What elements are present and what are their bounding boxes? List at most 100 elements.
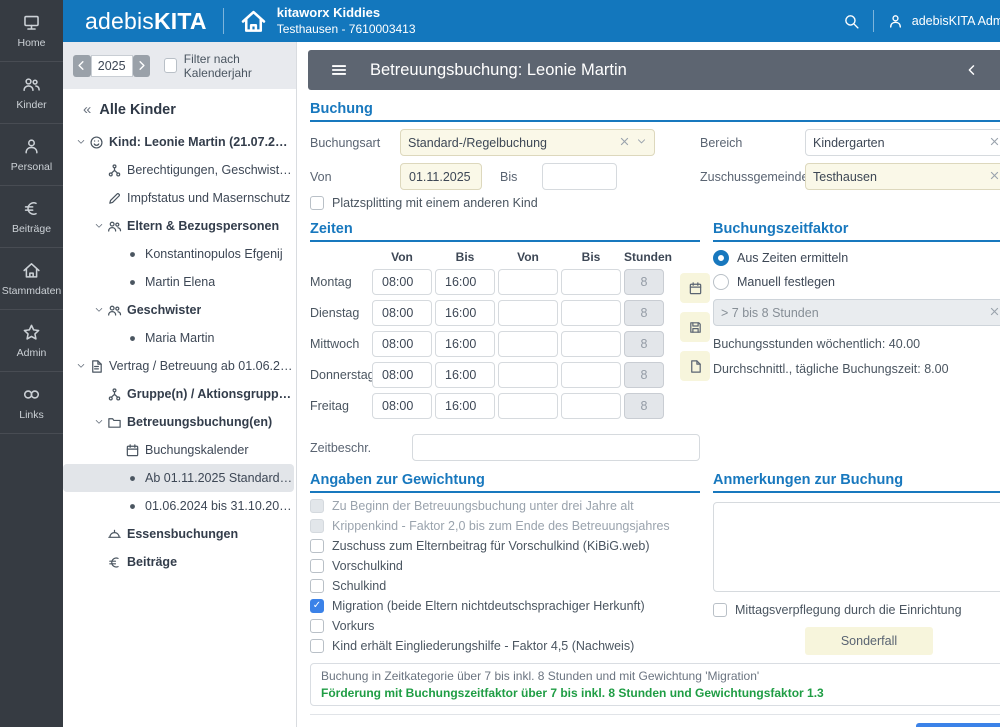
sidebar-item[interactable]: Stammdaten [0,248,63,310]
tree-item[interactable]: Berechtigungen, Geschwister, Gesundheit [63,156,294,184]
gewichtung-checkbox-row[interactable]: Kind erhält Eingliederungshilfe - Faktor… [310,639,700,653]
mittagsverpflegung-row[interactable]: Mittagsverpflegung durch die Einrichtung [713,603,1000,617]
gewichtung-checkbox-row[interactable]: Migration (beide Eltern nichtdeutschspra… [310,599,700,613]
tree-item[interactable]: Betreuungsbuchung(en) [63,408,294,436]
buchungsart-label: Buchungsart [310,136,400,150]
checkbox[interactable] [310,579,324,593]
tree-item[interactable]: Buchungskalender [63,436,294,464]
von2-input[interactable] [498,331,558,357]
bereich-select[interactable]: Kindergarten [805,129,1000,156]
von-input[interactable] [400,163,482,190]
menu-icon[interactable] [330,61,348,79]
bis2-input[interactable] [561,362,621,388]
expand-chevron-icon[interactable] [73,137,89,147]
expand-chevron-icon[interactable] [91,417,107,427]
bis1-input[interactable] [435,300,495,326]
bis1-input[interactable] [435,269,495,295]
bis-input[interactable] [542,163,617,190]
von1-input[interactable] [372,269,432,295]
collapse-tree-icon[interactable]: « [83,101,91,118]
save-button[interactable]: Speichern [916,723,1000,727]
gewichtung-checkbox-row[interactable]: Zuschuss zum Elternbeitrag für Vorschulk… [310,539,700,553]
gewichtung-checkbox-row[interactable]: Zu Beginn der Betreuungsbuchung unter dr… [310,499,700,513]
buchungszeitfaktor-radio-row[interactable]: Manuell festlegen [713,274,1000,290]
tree-root-label[interactable]: Alle Kinder [99,102,176,118]
tree-item[interactable]: Essensbuchungen [63,520,294,548]
year-prev-button[interactable] [73,55,91,77]
mittagsverpflegung-checkbox[interactable] [713,603,727,617]
von2-input[interactable] [498,269,558,295]
checkbox[interactable] [310,499,324,513]
clear-icon[interactable] [989,136,1000,150]
platzsplitting-checkbox[interactable] [310,196,324,210]
gewichtung-checkbox-row[interactable]: Vorschulkind [310,559,700,573]
von1-input[interactable] [372,331,432,357]
anmerkungen-textarea[interactable] [713,502,1000,592]
sonderfall-button[interactable]: Sonderfall [805,627,933,655]
bis1-input[interactable] [435,331,495,357]
search-icon[interactable] [843,13,860,30]
bis1-input[interactable] [435,393,495,419]
zeiten-action-button[interactable] [680,312,710,342]
radio-button[interactable] [713,274,729,290]
von1-input[interactable] [372,393,432,419]
checkbox[interactable] [310,599,324,613]
tree-item[interactable]: Geschwister [63,296,294,324]
sidebar-item[interactable]: Links [0,372,63,434]
radio-button[interactable] [713,250,729,266]
zuschussgemeinde-select[interactable]: Testhausen [805,163,1000,190]
sidebar-item[interactable]: Home [0,0,63,62]
checkbox[interactable] [310,639,324,653]
gewichtung-checkbox-row[interactable]: Krippenkind - Faktor 2,0 bis zum Ende de… [310,519,700,533]
tree-item[interactable]: Eltern & Bezugspersonen [63,212,294,240]
von2-input[interactable] [498,393,558,419]
tree-item[interactable]: Vertrag / Betreuung ab 01.06.2024 [63,352,294,380]
bis2-input[interactable] [561,331,621,357]
clear-icon[interactable] [619,136,630,150]
checkbox[interactable] [310,619,324,633]
bis2-input[interactable] [561,300,621,326]
chevron-down-icon[interactable] [636,136,647,150]
sidebar-item[interactable]: Beiträge [0,186,63,248]
sidebar-item[interactable]: Kinder [0,62,63,124]
sidebar-item[interactable]: Personal [0,124,63,186]
bis2-input[interactable] [561,393,621,419]
user-name[interactable]: adebisKITA Admin [912,14,1000,28]
year-next-button[interactable] [133,55,151,77]
checkbox[interactable] [310,519,324,533]
sidebar-item[interactable]: Admin [0,310,63,372]
zeiten-action-button[interactable] [680,351,710,381]
platzsplitting-row[interactable]: Platzsplitting mit einem anderen Kind [310,196,1000,210]
buchungszeitfaktor-radio-row[interactable]: Aus Zeiten ermitteln [713,250,1000,266]
von1-input[interactable] [372,300,432,326]
bis2-input[interactable] [561,269,621,295]
tree-item[interactable]: Beiträge [63,548,294,576]
tree-item[interactable]: Maria Martin [63,324,294,352]
tree-item[interactable]: Konstantinopulos Efgenij [63,240,294,268]
user-icon[interactable] [887,13,904,30]
gewichtung-checkbox-row[interactable]: Vorkurs [310,619,700,633]
tree-item[interactable]: Impfstatus und Masernschutz [63,184,294,212]
von2-input[interactable] [498,362,558,388]
tree-item[interactable]: Kind: Leonie Martin (21.07.2020, 5 Jahre… [63,128,294,156]
zeiten-action-button[interactable] [680,273,710,303]
tree-item[interactable]: 01.06.2024 bis 31.10.2025 Standard... [63,492,294,520]
bis1-input[interactable] [435,362,495,388]
prev-record-icon[interactable] [966,64,978,76]
tree-item[interactable]: Gruppe(n) / Aktionsgruppe(n) [63,380,294,408]
buchungsart-select[interactable]: Standard-/Regelbuchung [400,129,655,156]
expand-chevron-icon[interactable] [91,221,107,231]
tree-item[interactable]: Ab 01.11.2025 Standard-/Regelbuch... [63,464,294,492]
checkbox[interactable] [310,539,324,553]
clear-icon[interactable] [989,170,1000,184]
zeitbeschr-input[interactable] [412,434,700,461]
checkbox[interactable] [310,559,324,573]
von2-input[interactable] [498,300,558,326]
tree-item[interactable]: Martin Elena [63,268,294,296]
filter-year-checkbox[interactable] [164,58,176,73]
expand-chevron-icon[interactable] [73,361,89,371]
booking-info-box: Buchung in Zeitkategorie über 7 bis inkl… [310,663,1000,706]
gewichtung-checkbox-row[interactable]: Schulkind [310,579,700,593]
von1-input[interactable] [372,362,432,388]
expand-chevron-icon[interactable] [91,305,107,315]
